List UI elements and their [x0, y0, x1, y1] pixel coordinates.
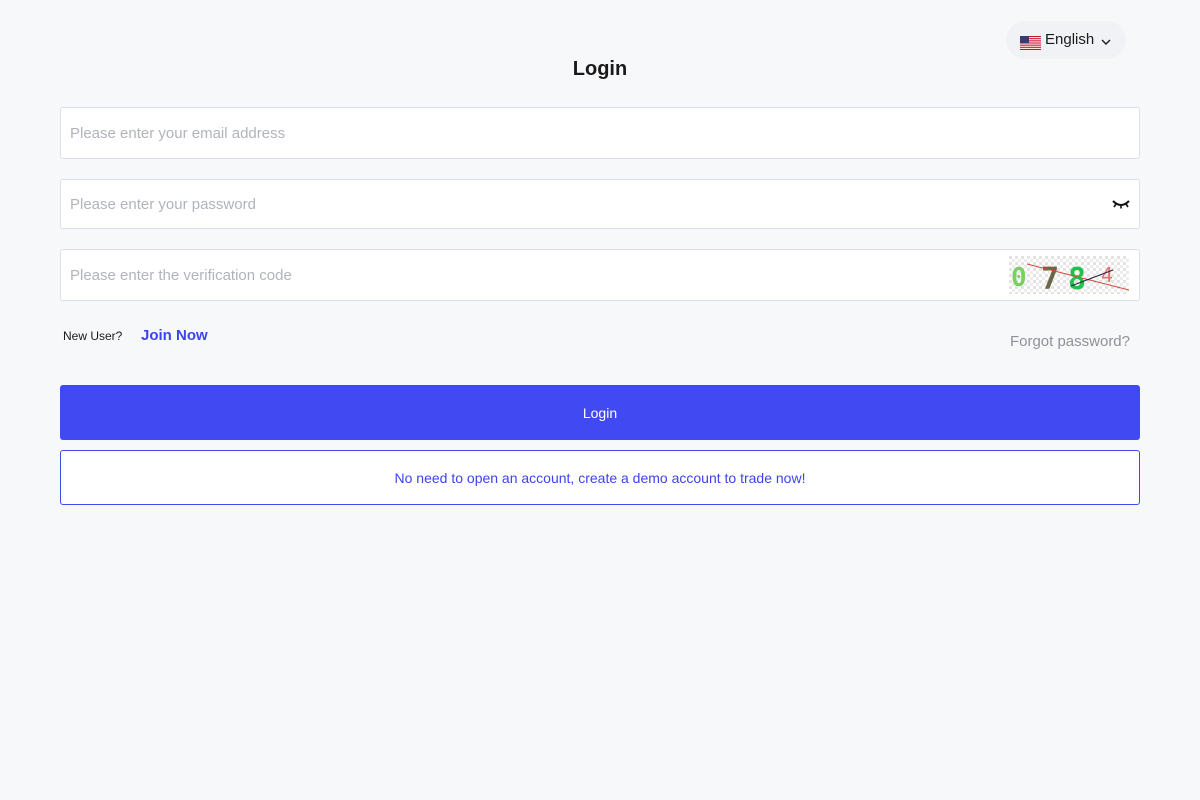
language-selector[interactable]: English [1006, 21, 1126, 59]
captcha-char-2: 7 [1041, 262, 1059, 294]
login-page: English Login 0 7 [0, 0, 1200, 800]
join-now-link[interactable]: Join Now [141, 327, 208, 344]
password-field-container [60, 179, 1140, 229]
eye-closed-icon[interactable] [1111, 198, 1131, 210]
email-field-container [60, 107, 1140, 159]
captcha-char-1: 0 [1011, 263, 1027, 293]
verification-code-field-container: 0 7 8 4 [60, 249, 1140, 301]
language-label: English [1045, 30, 1095, 48]
login-button[interactable]: Login [60, 385, 1140, 440]
new-user-label: New User? [63, 329, 123, 343]
demo-account-button[interactable]: No need to open an account, create a dem… [60, 450, 1140, 505]
chevron-down-icon [1101, 39, 1111, 45]
page-title: Login [572, 58, 628, 80]
us-flag-icon [1020, 36, 1041, 50]
verification-code-input[interactable] [61, 250, 1009, 300]
email-input[interactable] [61, 108, 1139, 158]
password-input[interactable] [61, 180, 1111, 228]
captcha-image[interactable]: 0 7 8 4 [1009, 256, 1129, 294]
forgot-password-link[interactable]: Forgot password? [1010, 333, 1130, 350]
